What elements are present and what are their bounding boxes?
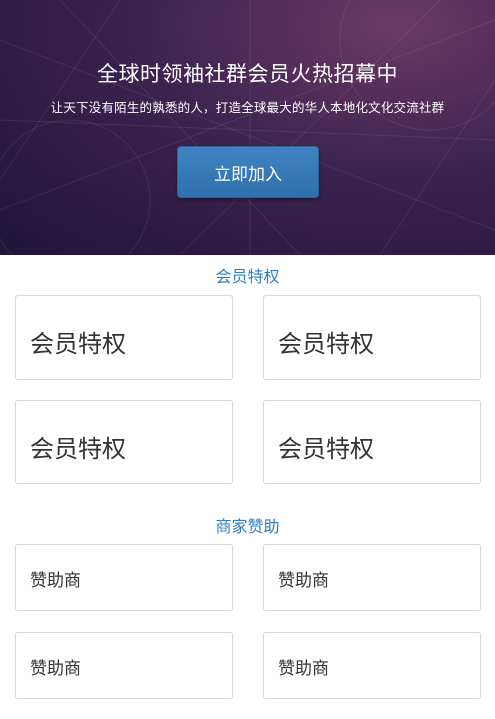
- join-now-button[interactable]: 立即加入: [177, 146, 319, 198]
- privilege-card[interactable]: 会员特权: [263, 295, 481, 380]
- privilege-card[interactable]: 会员特权: [15, 400, 233, 484]
- hero-background-pattern: [0, 0, 495, 255]
- privilege-card-label: 会员特权: [30, 330, 126, 358]
- hero-subtitle: 让天下没有陌生的孰悉的人，打造全球最大的华人本地化文化交流社群: [50, 100, 445, 115]
- hero-title: 全球时领袖社群会员火热招幕中: [97, 62, 398, 86]
- sponsor-card-label: 赞助商: [278, 659, 329, 679]
- sponsor-card[interactable]: 赞助商: [15, 544, 233, 611]
- sponsor-card[interactable]: 赞助商: [15, 632, 233, 699]
- sponsor-card-label: 赞助商: [278, 571, 329, 591]
- sponsor-card[interactable]: 赞助商: [263, 544, 481, 611]
- privilege-card-label: 会员特权: [278, 435, 374, 463]
- privilege-card-label: 会员特权: [30, 435, 126, 463]
- privilege-card[interactable]: 会员特权: [15, 295, 233, 380]
- sponsor-card[interactable]: 赞助商: [263, 632, 481, 699]
- sponsors-section-title: 商家赞助: [215, 517, 280, 536]
- privileges-section-title: 会员特权: [215, 267, 280, 286]
- sponsor-card-label: 赞助商: [30, 571, 81, 591]
- privilege-card-label: 会员特权: [278, 330, 374, 358]
- sponsor-card-label: 赞助商: [30, 659, 81, 679]
- hero-banner: 全球时领袖社群会员火热招幕中 让天下没有陌生的孰悉的人，打造全球最大的华人本地化…: [0, 0, 495, 255]
- privilege-card[interactable]: 会员特权: [263, 400, 481, 484]
